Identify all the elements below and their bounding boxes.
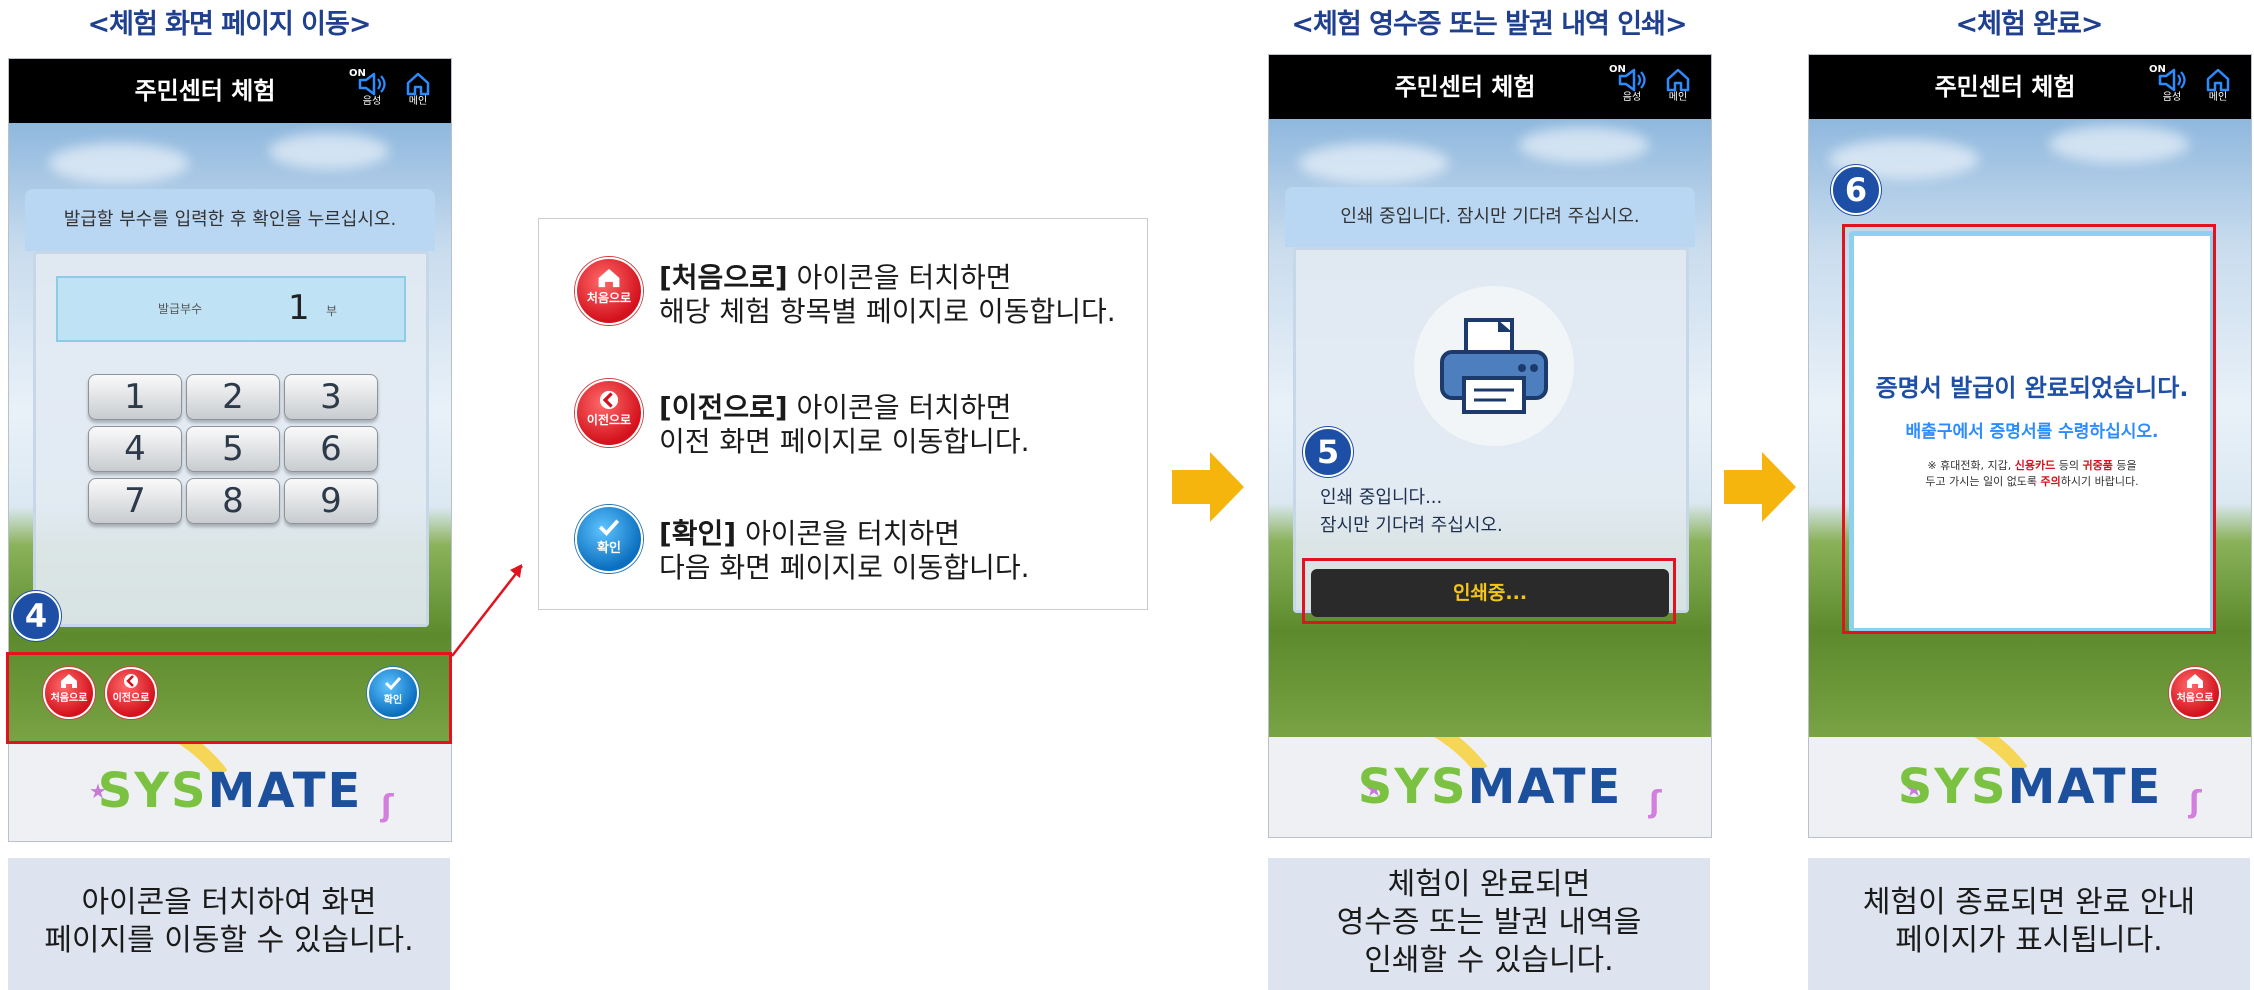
home-button-label: 처음으로 (2176, 693, 2214, 704)
info-confirm-icon-label: 확인 (597, 541, 621, 556)
caption-2-line1: 체험이 완료되면 (1387, 867, 1591, 902)
key-2[interactable]: 2 (186, 374, 280, 420)
print-message: 인쇄 중입니다... 잠시만 기다려 주십시오. (1320, 484, 1503, 540)
house-icon (598, 268, 620, 288)
brand-footer: ★ ʃ SYSMATE (9, 741, 451, 841)
brand-footer: ★ ʃ SYSMATE (1269, 737, 1711, 837)
app-header: 주민센터 체험 ON 음성 메인 (1269, 55, 1711, 119)
caption-navigation: 아이콘을 터치하여 화면 페이지를 이동할 수 있습니다. (8, 858, 450, 990)
caption-1-line2: 페이지를 이동할 수 있습니다. (44, 923, 414, 958)
caption-1-line1: 아이콘을 터치하여 화면 (81, 885, 377, 920)
info-confirm-line2: 다음 화면 페이지로 이동합니다. (659, 551, 1030, 584)
copies-value: 1 (288, 288, 310, 328)
caption-3-line1: 체험이 종료되면 완료 안내 (1862, 885, 2196, 920)
sound-button[interactable]: ON 음성 (2149, 65, 2189, 113)
key-4[interactable]: 4 (88, 426, 182, 472)
info-box: 처음으로 [처음으로] 아이콘을 터치하면 해당 체험 항목별 페이지로 이동합… (538, 218, 1148, 610)
info-confirm-line1: 아이콘을 터치하면 (736, 517, 961, 550)
highlight-printing-status (1302, 558, 1676, 624)
keypad-panel: 발급부수 1 부 1 2 3 4 5 6 7 8 9 (33, 251, 429, 627)
printer-icon (1440, 318, 1548, 414)
copies-unit: 부 (326, 304, 338, 318)
home-button[interactable]: 처음으로 (2169, 667, 2221, 719)
highlight-bottom-buttons (6, 652, 452, 744)
check-icon (598, 519, 620, 536)
instruction-text: 인쇄 중입니다. 잠시만 기다려 주십시오. (1340, 206, 1640, 227)
info-home-line2: 해당 체험 항목별 페이지로 이동합니다. (659, 295, 1116, 328)
sysmate-logo: SYSMATE (1897, 759, 2163, 815)
sound-button[interactable]: ON 음성 (349, 69, 389, 117)
instruction-banner: 발급할 부수를 입력한 후 확인을 누르십시오. (25, 189, 435, 251)
key-5[interactable]: 5 (186, 426, 280, 472)
home-main-button[interactable]: 메인 (401, 71, 435, 117)
back-arrow-icon (599, 390, 619, 410)
info-home-text: [처음으로] 아이콘을 터치하면 해당 체험 항목별 페이지로 이동합니다. (659, 261, 1116, 329)
info-home-icon-label: 처음으로 (586, 291, 632, 305)
info-back-text: [이전으로] 아이콘을 터치하면 이전 화면 페이지로 이동합니다. (659, 391, 1029, 459)
brand-footer: ★ ʃ SYSMATE (1809, 737, 2251, 837)
printer-circle (1414, 286, 1574, 446)
instruction-text: 발급할 부수를 입력한 후 확인을 누르십시오. (63, 209, 397, 230)
info-back-icon: 이전으로 (575, 379, 643, 447)
sysmate-logo: SYSMATE (1357, 759, 1623, 815)
home-label: 메인 (2208, 92, 2228, 103)
flow-arrow-2 (1724, 452, 1796, 522)
step-badge-5: 5 (1303, 427, 1353, 477)
info-confirm-title: [확인] (659, 517, 737, 550)
step-badge-6: 6 (1831, 165, 1881, 215)
info-home-icon: 처음으로 (575, 257, 643, 325)
print-msg-line1: 인쇄 중입니다... (1320, 487, 1443, 508)
caption-print: 체험이 완료되면 영수증 또는 발권 내역을 인쇄할 수 있습니다. (1268, 858, 1710, 990)
info-back-title: [이전으로] (659, 391, 788, 424)
info-confirm-icon: 확인 (575, 505, 643, 573)
sound-on-badge: ON (1609, 64, 1626, 75)
info-confirm-text: [확인] 아이콘을 터치하면 다음 화면 페이지로 이동합니다. (659, 517, 1029, 585)
home-icon (2206, 68, 2230, 92)
caption-2-line3: 인쇄할 수 있습니다. (1364, 943, 1614, 978)
highlight-completion-card (1842, 224, 2216, 634)
instruction-banner: 인쇄 중입니다. 잠시만 기다려 주십시오. (1285, 187, 1695, 247)
info-home-title: [처음으로] (659, 261, 788, 294)
caption-2-line2: 영수증 또는 발권 내역을 (1336, 905, 1642, 940)
info-back-line2: 이전 화면 페이지로 이동합니다. (659, 425, 1030, 458)
sound-label: 음성 (1622, 92, 1642, 103)
home-icon (406, 72, 430, 96)
kiosk-screen-printing: 주민센터 체험 ON 음성 메인 인쇄 중입니다. 잠시만 기다려 주십시오. (1268, 54, 1712, 838)
section-title-print: <체험 영수증 또는 발권 내역 인쇄> (1291, 9, 1687, 40)
key-9[interactable]: 9 (284, 478, 378, 524)
home-main-button[interactable]: 메인 (1661, 67, 1695, 113)
step-badge-4: 4 (11, 591, 61, 641)
info-back-icon-label: 이전으로 (586, 413, 632, 427)
connector-arrow (451, 564, 523, 657)
caption-complete: 체험이 종료되면 완료 안내 페이지가 표시됩니다. (1808, 858, 2250, 990)
key-1[interactable]: 1 (88, 374, 182, 420)
section-title-complete: <체험 완료> (1955, 9, 2103, 40)
section-title-navigation: <체험 화면 페이지 이동> (87, 9, 371, 40)
app-header: 주민센터 체험 ON 음성 메인 (1809, 55, 2251, 119)
key-7[interactable]: 7 (88, 478, 182, 524)
app-header: 주민센터 체험 ON 음성 메인 (9, 59, 451, 123)
house-icon (2187, 674, 2203, 688)
home-icon (1666, 68, 1690, 92)
copies-label: 발급부수 (158, 302, 203, 316)
sound-on-badge: ON (349, 68, 366, 79)
key-8[interactable]: 8 (186, 478, 280, 524)
sound-button[interactable]: ON 음성 (1609, 65, 1649, 113)
home-main-button[interactable]: 메인 (2201, 67, 2235, 113)
flow-arrow-1 (1172, 452, 1244, 522)
info-home-line1: 아이콘을 터치하면 (787, 261, 1012, 294)
home-label: 메인 (1668, 92, 1688, 103)
sysmate-logo: SYSMATE (97, 763, 363, 819)
key-6[interactable]: 6 (284, 426, 378, 472)
info-back-line1: 아이콘을 터치하면 (787, 391, 1012, 424)
sound-label: 음성 (2162, 92, 2182, 103)
home-label: 메인 (408, 96, 428, 107)
caption-3-line2: 페이지가 표시됩니다. (1895, 923, 2163, 958)
key-3[interactable]: 3 (284, 374, 378, 420)
print-msg-line2: 잠시만 기다려 주십시오. (1320, 515, 1503, 536)
copies-display: 발급부수 1 부 (56, 276, 406, 342)
sound-on-badge: ON (2149, 64, 2166, 75)
sound-label: 음성 (362, 96, 382, 107)
